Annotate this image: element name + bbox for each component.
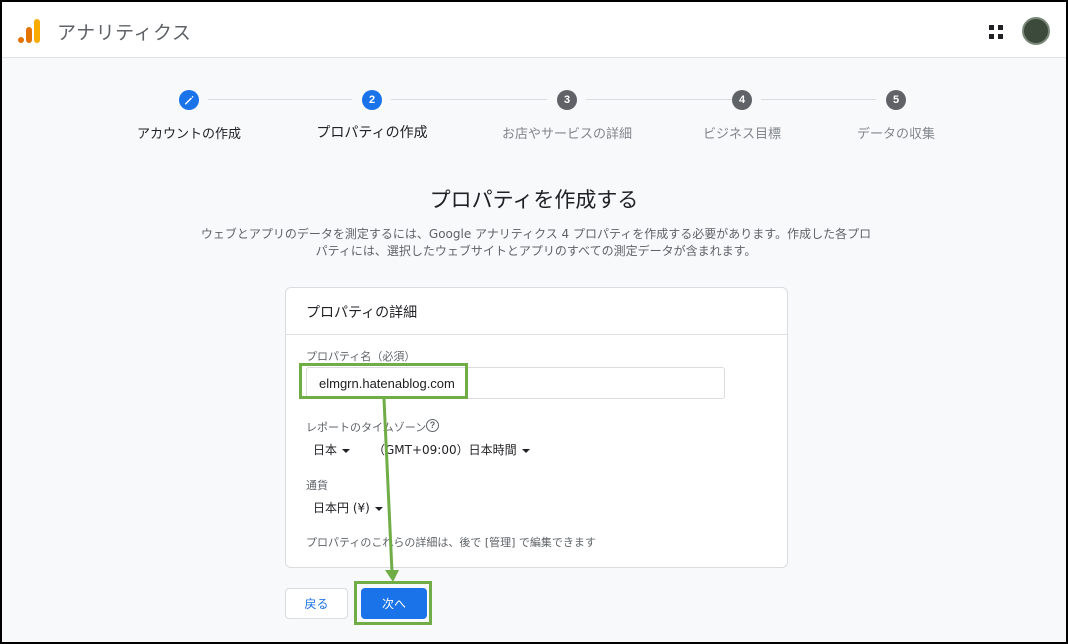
step-connector xyxy=(208,99,352,100)
step-connector xyxy=(391,99,547,100)
step-connector xyxy=(586,99,732,100)
step-2-label: プロパティの作成 xyxy=(316,125,428,141)
chevron-down-icon xyxy=(374,506,383,511)
apps-grid-icon[interactable] xyxy=(988,24,1004,40)
step-3-label: お店やサービスの詳細 xyxy=(501,127,633,142)
timezone-select[interactable]: （GMT+09:00）日本時間 xyxy=(373,441,530,458)
property-name-input[interactable] xyxy=(306,367,725,399)
chevron-down-icon xyxy=(521,448,530,453)
timezone-label: レポートのタイムゾーン xyxy=(306,421,427,434)
step-2-marker: 2 xyxy=(362,90,382,110)
app-title: アナリティクス xyxy=(57,22,192,44)
page-description: ウェブとアプリのデータを測定するには、Google アナリティクス 4 プロパテ… xyxy=(200,227,872,258)
timezone-country-value: 日本 xyxy=(313,443,338,457)
help-icon[interactable]: ? xyxy=(426,419,439,432)
property-name-label: プロパティ名（必須） xyxy=(306,350,416,363)
step-4-label: ビジネス目標 xyxy=(702,127,782,142)
page-title: プロパティを作成する xyxy=(429,188,639,212)
step-1-label: アカウントの作成 xyxy=(136,127,242,142)
step-1-done-marker xyxy=(179,90,199,110)
timezone-value: （GMT+09:00）日本時間 xyxy=(373,443,517,457)
card-divider xyxy=(286,334,787,335)
next-button[interactable]: 次へ xyxy=(361,588,427,619)
back-button[interactable]: 戻る xyxy=(285,588,348,619)
chevron-down-icon xyxy=(342,448,351,453)
step-5-label: データの収集 xyxy=(856,127,936,142)
currency-value: 日本円 (¥) xyxy=(313,501,370,515)
step-4-marker: 4 xyxy=(732,90,752,110)
step-connector xyxy=(761,99,876,100)
step-5-marker: 5 xyxy=(886,90,906,110)
step-3-marker: 3 xyxy=(557,90,577,110)
analytics-logo-icon[interactable] xyxy=(16,18,42,44)
edit-later-note: プロパティのこれらの詳細は、後で [管理] で編集できます xyxy=(306,536,596,549)
timezone-country-select[interactable]: 日本 xyxy=(313,441,351,458)
app-header: アナリティクス xyxy=(2,2,1066,58)
property-details-card: プロパティの詳細 プロパティ名（必須） レポートのタイムゾーン ? 日本 （GM… xyxy=(285,287,788,568)
stepper: 2 3 4 5 アカウントの作成 プロパティの作成 お店やサービスの詳細 ビジネ… xyxy=(0,86,1068,146)
pencil-icon xyxy=(185,95,194,105)
currency-select[interactable]: 日本円 (¥) xyxy=(313,499,383,516)
avatar[interactable] xyxy=(1022,17,1050,45)
currency-label: 通貨 xyxy=(306,479,328,492)
card-title: プロパティの詳細 xyxy=(306,305,418,321)
